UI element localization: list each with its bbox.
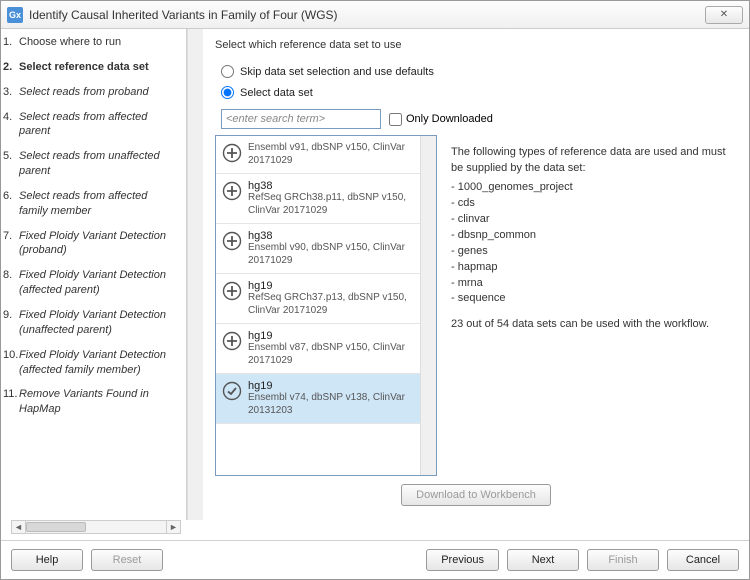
dataset-item[interactable]: hg19Ensembl v74, dbSNP v138, ClinVar 201… — [216, 374, 420, 424]
reference-type: hapmap — [451, 260, 733, 276]
reference-type: dbsnp_common — [451, 228, 733, 244]
dataset-assembly: hg19 — [248, 380, 414, 392]
radio-skip-label: Skip data set selection and use defaults — [240, 66, 434, 78]
footer: Help Reset Previous Next Finish Cancel — [1, 540, 749, 579]
info-panel: The following types of reference data ar… — [447, 135, 737, 476]
dataset-listbox: Ensembl v91, dbSNP v150, ClinVar 2017102… — [215, 135, 437, 476]
reset-button[interactable]: Reset — [91, 549, 163, 571]
dataset-description: RefSeq GRCh38.p11, dbSNP v150, ClinVar 2… — [248, 192, 414, 217]
sidebar-step[interactable]: Remove Variants Found in HapMap — [19, 387, 176, 417]
only-downloaded-input[interactable] — [389, 113, 402, 126]
reference-type: sequence — [451, 291, 733, 307]
reference-type: genes — [451, 244, 733, 260]
help-button[interactable]: Help — [11, 549, 83, 571]
reference-type: cds — [451, 196, 733, 212]
info-intro: The following types of reference data ar… — [451, 145, 733, 177]
sidebar-step[interactable]: Select reads from proband — [19, 85, 176, 100]
wizard-window: Gx Identify Causal Inherited Variants in… — [0, 0, 750, 580]
dataset-item[interactable]: hg19RefSeq GRCh37.p13, dbSNP v150, ClinV… — [216, 274, 420, 324]
dataset-description: Ensembl v74, dbSNP v138, ClinVar 2013120… — [248, 392, 414, 417]
step-sidebar: Choose where to run Select reference data… — [1, 29, 187, 520]
dataset-description: Ensembl v91, dbSNP v150, ClinVar 2017102… — [248, 142, 414, 167]
sidebar-step[interactable]: Select reference data set — [19, 60, 176, 75]
section-title: Select which reference data set to use — [215, 39, 737, 51]
plus-icon — [222, 231, 242, 251]
sidebar-step[interactable]: Fixed Ploidy Variant Detection (proband) — [19, 229, 176, 259]
previous-button[interactable]: Previous — [426, 549, 499, 571]
dataset-item[interactable]: hg38Ensembl v90, dbSNP v150, ClinVar 201… — [216, 224, 420, 274]
sidebar-step[interactable]: Choose where to run — [19, 35, 176, 50]
dataset-description: RefSeq GRCh37.p13, dbSNP v150, ClinVar 2… — [248, 292, 414, 317]
radio-select-input[interactable] — [221, 86, 234, 99]
search-input[interactable] — [221, 109, 381, 129]
radio-select-label: Select data set — [240, 87, 313, 99]
content-panel: Select which reference data set to use S… — [203, 29, 749, 520]
check-icon — [222, 381, 242, 401]
reference-type: mrna — [451, 276, 733, 292]
scroll-right-arrow-icon[interactable]: ► — [166, 521, 180, 533]
close-icon[interactable]: ✕ — [705, 6, 743, 24]
app-icon: Gx — [7, 7, 23, 23]
scroll-left-arrow-icon[interactable]: ◄ — [12, 521, 26, 533]
only-downloaded-checkbox[interactable]: Only Downloaded — [389, 113, 493, 126]
radio-select-dataset[interactable]: Select data set — [221, 86, 737, 99]
dataset-item[interactable]: Ensembl v91, dbSNP v150, ClinVar 2017102… — [216, 136, 420, 174]
plus-icon — [222, 331, 242, 351]
main-area: Choose where to run Select reference data… — [1, 29, 749, 520]
listbox-scrollbar[interactable] — [420, 136, 436, 475]
download-button[interactable]: Download to Workbench — [401, 484, 551, 506]
sidebar-step[interactable]: Fixed Ploidy Variant Detection (affected… — [19, 268, 176, 298]
radio-skip-input[interactable] — [221, 65, 234, 78]
titlebar: Gx Identify Causal Inherited Variants in… — [1, 1, 749, 29]
dataset-item[interactable]: hg19Ensembl v87, dbSNP v150, ClinVar 201… — [216, 324, 420, 374]
sidebar-step[interactable]: Fixed Ploidy Variant Detection (unaffect… — [19, 308, 176, 338]
dataset-description: Ensembl v87, dbSNP v150, ClinVar 2017102… — [248, 342, 414, 367]
reference-type: clinvar — [451, 212, 733, 228]
reference-type-list: 1000_genomes_projectcdsclinvardbsnp_comm… — [451, 180, 733, 308]
sidebar-step[interactable]: Select reads from affected parent — [19, 110, 176, 140]
plus-icon — [222, 143, 242, 163]
scroll-thumb[interactable] — [26, 522, 86, 532]
next-button[interactable]: Next — [507, 549, 579, 571]
dataset-description: Ensembl v90, dbSNP v150, ClinVar 2017102… — [248, 242, 414, 267]
sidebar-step[interactable]: Select reads from unaffected parent — [19, 149, 176, 179]
only-downloaded-label: Only Downloaded — [406, 113, 493, 125]
plus-icon — [222, 181, 242, 201]
sidebar-step[interactable]: Select reads from affected family member — [19, 189, 176, 219]
sidebar-horizontal-scrollbar[interactable]: ◄ ► — [11, 520, 181, 534]
sidebar-step[interactable]: Fixed Ploidy Variant Detection (affected… — [19, 348, 176, 378]
dataset-assembly: hg38 — [248, 230, 414, 242]
plus-icon — [222, 281, 242, 301]
cancel-button[interactable]: Cancel — [667, 549, 739, 571]
reference-type: 1000_genomes_project — [451, 180, 733, 196]
dataset-assembly: hg38 — [248, 180, 414, 192]
window-title: Identify Causal Inherited Variants in Fa… — [29, 8, 705, 22]
dataset-item[interactable]: hg38RefSeq GRCh38.p11, dbSNP v150, ClinV… — [216, 174, 420, 224]
sidebar-scrollbar[interactable] — [187, 29, 203, 520]
dataset-assembly: hg19 — [248, 330, 414, 342]
info-summary: 23 out of 54 data sets can be used with … — [451, 317, 733, 333]
finish-button[interactable]: Finish — [587, 549, 659, 571]
dataset-assembly: hg19 — [248, 280, 414, 292]
radio-skip-defaults[interactable]: Skip data set selection and use defaults — [221, 65, 737, 78]
